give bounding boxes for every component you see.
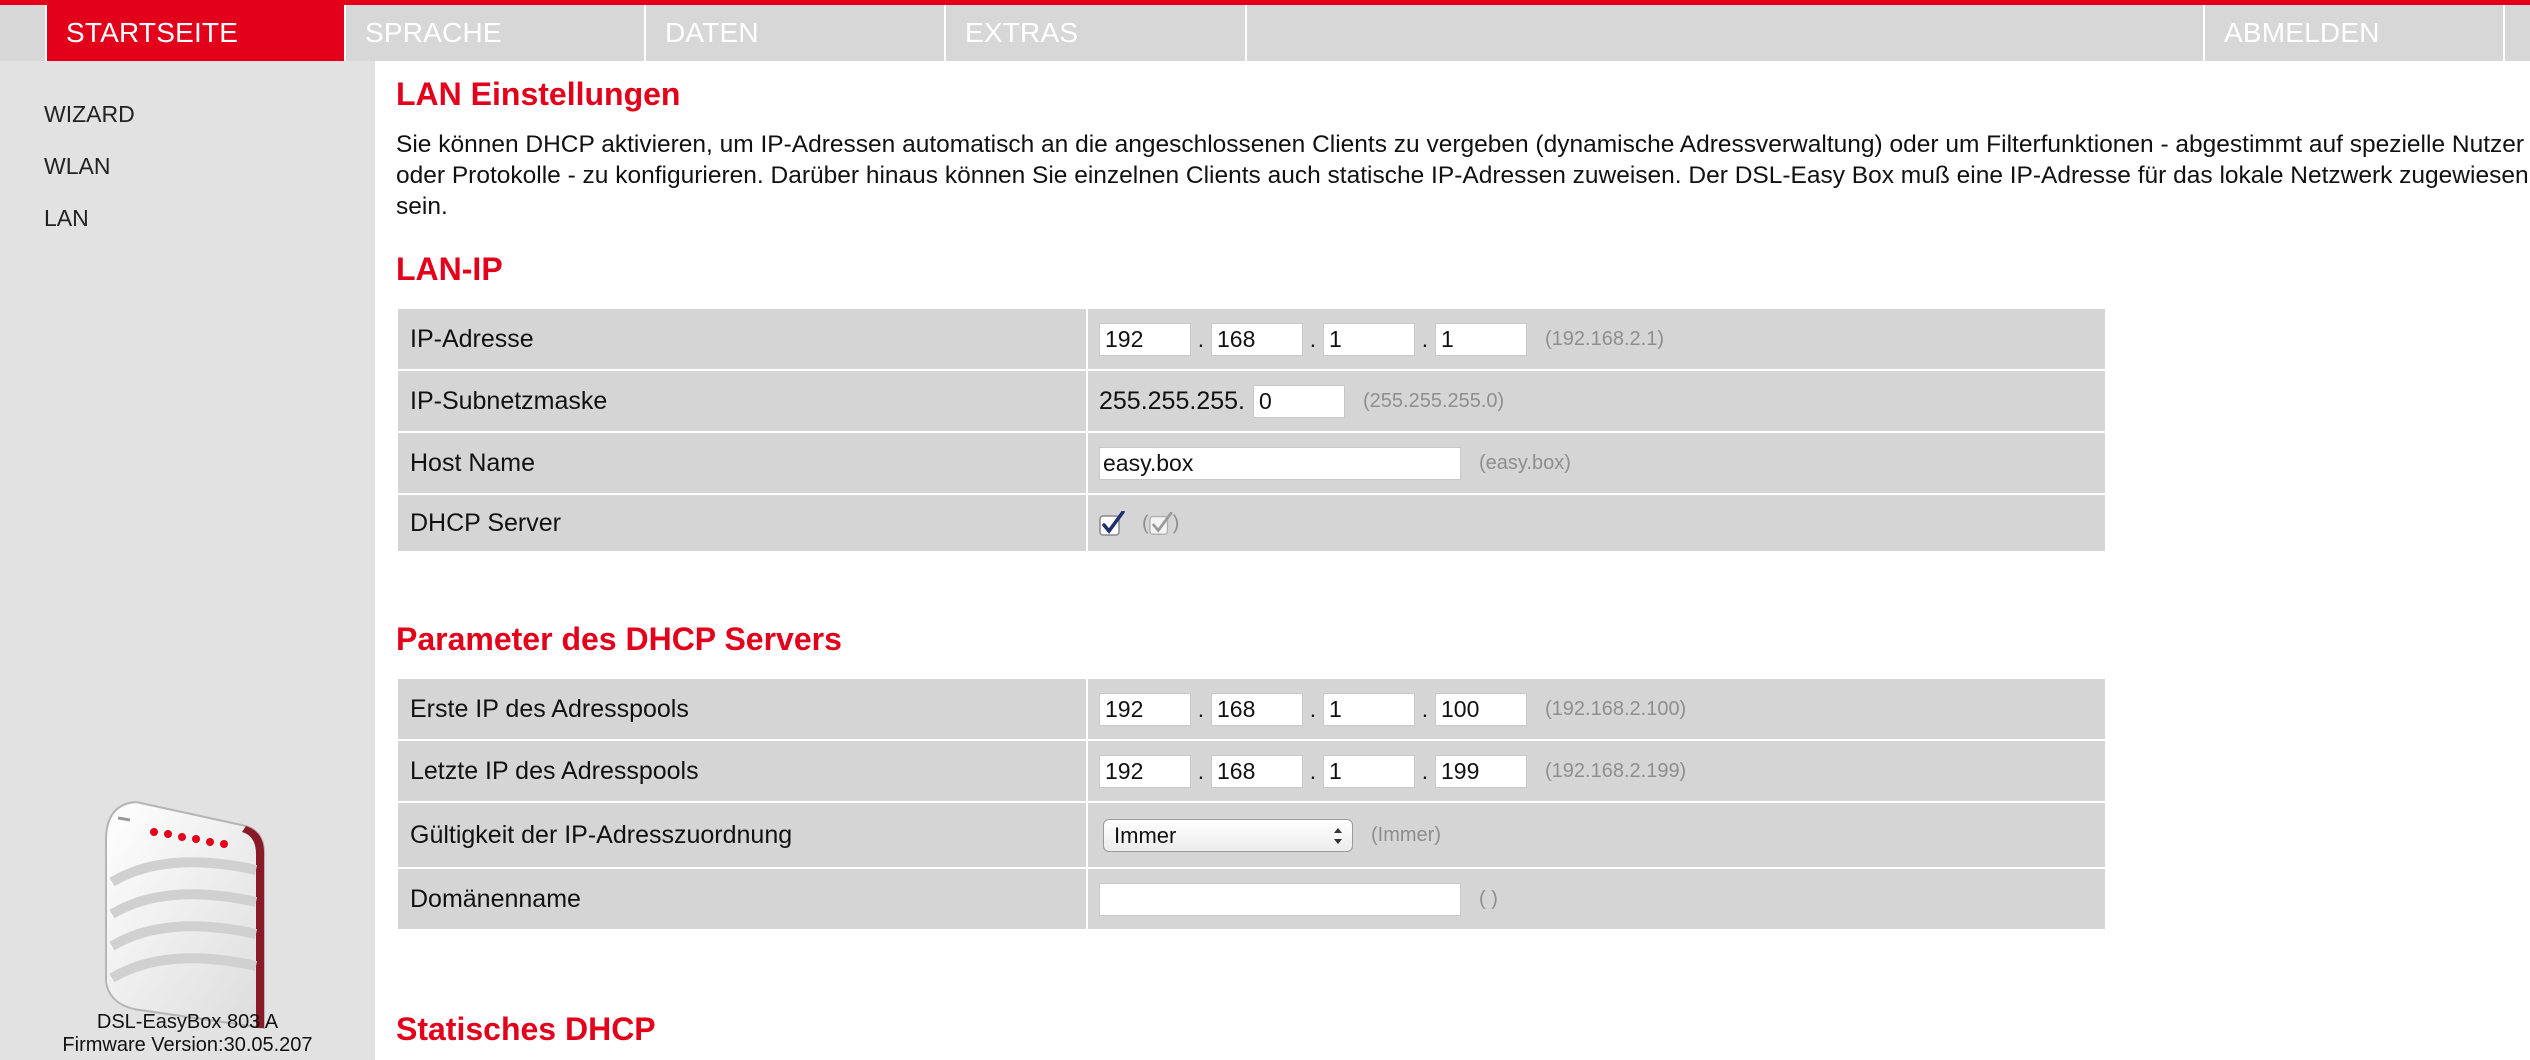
first-ip-label: Erste IP des Adresspools — [396, 677, 1088, 741]
tab-sprache[interactable]: SPRACHE — [346, 5, 646, 61]
subnet-prefix: 255.255.255. — [1099, 386, 1245, 415]
ip-address-cell: ...(192.168.2.1) — [1086, 307, 2107, 371]
last-ip-cell: ...(192.168.2.199) — [1086, 739, 2107, 803]
section-heading-lan-ip: LAN-IP — [396, 251, 503, 287]
host-name-cell: (easy.box) — [1086, 431, 2107, 495]
lease-default-hint: (Immer) — [1371, 823, 1441, 846]
dhcp-server-label: DHCP Server — [396, 493, 1088, 553]
top-navigation: STARTSEITE SPRACHE DATEN EXTRAS ABMELDEN — [0, 0, 2530, 61]
router-device-image — [105, 800, 265, 1030]
sidebar-item-wizard[interactable]: WIZARD — [44, 101, 135, 128]
subnet-label: IP-Subnetzmaske — [396, 369, 1088, 433]
table-row: Gültigkeit der IP-Adresszuordnung Immer … — [396, 801, 2107, 869]
checkbox-default-icon — [1148, 511, 1173, 535]
host-name-default-hint: (easy.box) — [1479, 451, 1571, 474]
ip-octet-3-input[interactable] — [1323, 322, 1415, 356]
sidebar-item-lan[interactable]: LAN — [44, 205, 89, 232]
sidebar-item-wlan[interactable]: WLAN — [44, 153, 110, 180]
ip-octet-2-input[interactable] — [1211, 322, 1303, 356]
last-ip-octet-4-input[interactable] — [1435, 754, 1527, 788]
last-ip-octet-1-input[interactable] — [1099, 754, 1191, 788]
table-row: Host Name (easy.box) — [396, 431, 2107, 495]
dhcp-server-checkbox[interactable] — [1099, 510, 1125, 537]
tab-daten[interactable]: DATEN — [646, 5, 946, 61]
ip-address-label: IP-Adresse — [396, 307, 1088, 371]
first-ip-cell: ...(192.168.2.100) — [1086, 677, 2107, 741]
table-row: Letzte IP des Adresspools ...(192.168.2.… — [396, 739, 2107, 803]
section-heading-dhcp-params: Parameter des DHCP Servers — [396, 621, 842, 657]
last-ip-octet-3-input[interactable] — [1323, 754, 1415, 788]
subnet-cell: 255.255.255. (255.255.255.0) — [1086, 369, 2107, 433]
last-ip-default-hint: (192.168.2.199) — [1545, 759, 1687, 782]
last-ip-octet-2-input[interactable] — [1211, 754, 1303, 788]
ip-default-hint: (192.168.2.1) — [1545, 327, 1664, 350]
domain-name-label: Domänenname — [396, 867, 1088, 931]
dhcp-params-table: Erste IP des Adresspools ...(192.168.2.1… — [396, 677, 2107, 931]
checkbox-checked-icon — [1099, 510, 1125, 536]
first-ip-octet-4-input[interactable] — [1435, 692, 1527, 726]
domain-name-input[interactable] — [1099, 882, 1461, 916]
table-row: Domänenname ( ) — [396, 867, 2107, 931]
first-ip-octet-2-input[interactable] — [1211, 692, 1303, 726]
host-name-input[interactable] — [1099, 446, 1461, 480]
table-row: DHCP Server () — [396, 493, 2107, 553]
logout-button[interactable]: ABMELDEN — [2205, 5, 2505, 61]
nav-filler — [1247, 5, 2205, 61]
domain-name-cell: ( ) — [1086, 867, 2107, 931]
table-row: IP-Subnetzmaske 255.255.255. (255.255.255… — [396, 369, 2107, 433]
main-content: LAN Einstellungen Sie können DHCP aktivi… — [396, 61, 2530, 1060]
dhcp-server-cell: () — [1086, 493, 2107, 553]
select-arrows-icon — [1334, 827, 1342, 844]
sidebar: WIZARD WLAN LAN DSL-EasyBox 803 A Firmwa… — [0, 61, 375, 1060]
firmware-version: Firmware Version:30.05.207 — [62, 1034, 313, 1056]
first-ip-octet-3-input[interactable] — [1323, 692, 1415, 726]
lease-label: Gültigkeit der IP-Adresszuordnung — [396, 801, 1088, 869]
table-row: Erste IP des Adresspools ...(192.168.2.1… — [396, 677, 2107, 741]
first-ip-octet-1-input[interactable] — [1099, 692, 1191, 726]
ip-octet-1-input[interactable] — [1099, 322, 1191, 356]
lease-cell: Immer (Immer) — [1086, 801, 2107, 869]
intro-text: Sie können DHCP aktivieren, um IP-Adress… — [396, 131, 2529, 220]
domain-default-hint: ( ) — [1479, 887, 1498, 910]
lease-select[interactable]: Immer — [1103, 818, 1353, 852]
ip-octet-4-input[interactable] — [1435, 322, 1527, 356]
tab-extras[interactable]: EXTRAS — [946, 5, 1247, 61]
lease-select-value: Immer — [1114, 822, 1177, 848]
subnet-default-hint: (255.255.255.0) — [1362, 389, 1505, 412]
lan-ip-table: IP-Adresse ...(192.168.2.1) IP-Subnetzma… — [396, 307, 2107, 553]
host-name-label: Host Name — [396, 431, 1088, 495]
last-ip-label: Letzte IP des Adresspools — [396, 739, 1088, 803]
subnet-last-octet-input[interactable] — [1252, 384, 1345, 418]
page-title: LAN Einstellungen — [396, 76, 681, 112]
table-row: IP-Adresse ...(192.168.2.1) — [396, 307, 2107, 371]
first-ip-default-hint: (192.168.2.100) — [1545, 697, 1687, 720]
tab-startseite[interactable]: STARTSEITE — [47, 5, 346, 61]
section-heading-static-dhcp: Statisches DHCP — [396, 1011, 656, 1047]
dhcp-default-hint: () — [1141, 511, 1180, 535]
nav-spacer — [0, 5, 47, 61]
device-name: DSL-EasyBox 803 A — [96, 1011, 279, 1033]
